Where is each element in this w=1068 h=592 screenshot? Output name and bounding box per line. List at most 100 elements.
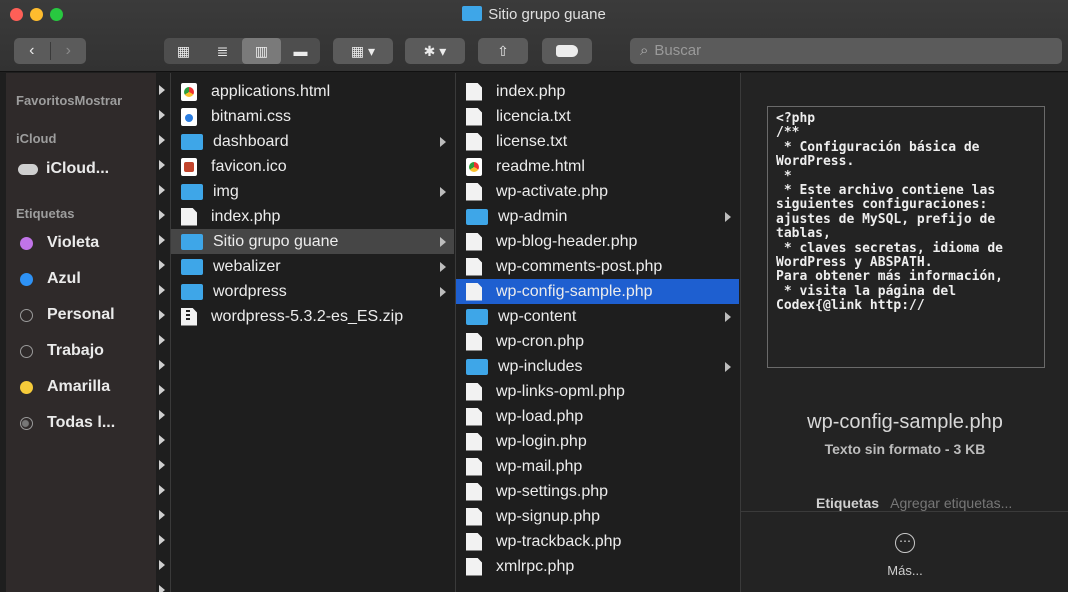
folder-item[interactable]: dashboard [171,129,454,154]
title-bar: Sitio grupo guane ‹ › ▦ ≣ ▥ ▬ ▦ ▾ ✱ ▾ ⇧ … [0,0,1068,72]
gallery-view-button[interactable]: ▬ [281,38,320,64]
item-name: wp-signup.php [496,507,601,525]
action-menu-button[interactable]: ✱ ▾ [405,38,465,64]
folder-item[interactable]: img [171,179,454,204]
document-icon [466,507,482,526]
group-by-button[interactable]: ▦ ▾ [333,38,393,64]
chevron-right-icon [159,585,165,592]
add-tags-input[interactable]: Agregar etiquetas... [890,495,1012,511]
item-name: wordpress [213,282,287,300]
chevron-right-icon [159,310,165,320]
item-name: licencia.txt [496,107,571,125]
sidebar-item-icloud[interactable]: iCloud... [6,151,156,187]
chevron-right-icon [440,187,446,197]
edit-tags-button[interactable] [542,38,592,64]
folder-icon [466,308,488,325]
item-name: wp-mail.php [496,457,583,475]
item-name: wp-trackback.php [496,532,622,550]
more-button[interactable]: Más... [741,563,1068,578]
column-2: index.php licencia.txt license.txt readme.h… [455,73,739,592]
folder-item[interactable]: Sitio grupo guane [171,229,454,254]
sidebar-item-tag[interactable]: Azul [6,261,156,297]
file-item[interactable]: wordpress-5.3.2-es_ES.zip [171,304,454,329]
tag-color-dot-icon [20,416,33,430]
tag-icon [556,45,578,57]
file-item[interactable]: wp-mail.php [456,454,739,479]
sidebar-item-tag[interactable]: Todas l... [6,405,156,441]
file-preview-text: <?php /** * Configuración básica de Word… [767,106,1045,368]
column-1: applications.html bitnami.css dashboard fav… [170,73,454,592]
favicon-icon [181,157,197,176]
sidebar-item-label: Amarilla [47,378,111,395]
file-item[interactable]: wp-settings.php [456,479,739,504]
column-gutter [156,73,170,592]
file-item[interactable]: wp-login.php [456,429,739,454]
chevron-right-icon [440,287,446,297]
chevron-right-icon [725,362,731,372]
chevron-right-icon [159,460,165,470]
list-view-button[interactable]: ≣ [203,38,242,64]
html-icon [466,157,482,176]
icon-view-button[interactable]: ▦ [164,38,203,64]
item-name: webalizer [213,257,281,275]
chevron-right-icon [159,485,165,495]
share-button[interactable]: ⇧ [478,38,528,64]
search-input[interactable]: ⌕ Buscar [630,38,1062,64]
file-item[interactable]: license.txt [456,129,739,154]
folder-item[interactable]: wordpress [171,279,454,304]
item-name: license.txt [496,132,568,150]
folder-icon [181,233,203,250]
file-item[interactable]: favicon.ico [171,154,454,179]
zip-icon [181,307,197,326]
sidebar-item-tag[interactable]: Personal [6,297,156,333]
file-item[interactable]: wp-signup.php [456,504,739,529]
file-item[interactable]: wp-load.php [456,404,739,429]
item-name: index.php [496,82,566,100]
folder-icon [466,358,488,375]
file-item[interactable]: applications.html [171,79,454,104]
folder-item[interactable]: webalizer [171,254,454,279]
forward-button[interactable]: › [49,42,87,60]
chevron-right-icon [440,237,446,247]
search-placeholder: Buscar [654,42,702,59]
sidebar-item-tag[interactable]: Trabajo [6,333,156,369]
file-item[interactable]: index.php [171,204,454,229]
favorites-header[interactable]: FavoritosMostrar [6,93,122,108]
item-name: wp-content [498,307,577,325]
file-item[interactable]: wp-config-sample.php [456,279,739,304]
item-name: img [213,182,239,200]
tag-color-dot-icon [20,380,33,394]
file-item[interactable]: readme.html [456,154,739,179]
sidebar-item-tag[interactable]: Amarilla [6,369,156,405]
item-name: wp-load.php [496,407,584,425]
back-button[interactable]: ‹ [14,42,50,60]
folder-item[interactable]: wp-admin [456,204,739,229]
document-icon [466,282,482,301]
search-icon: ⌕ [640,42,649,59]
folder-item[interactable]: wp-content [456,304,739,329]
file-item[interactable]: wp-trackback.php [456,529,739,554]
document-icon [466,432,482,451]
column-view-button[interactable]: ▥ [242,38,281,64]
file-item[interactable]: wp-activate.php [456,179,739,204]
file-item[interactable]: index.php [456,79,739,104]
icloud-header: iCloud [16,131,57,146]
file-item[interactable]: licencia.txt [456,104,739,129]
sidebar-item-label: iCloud... [46,160,110,177]
tag-color-dot-icon [20,308,33,322]
chevron-right-icon [159,360,165,370]
file-item[interactable]: bitnami.css [171,104,454,129]
preview-tags-row: Etiquetas Agregar etiquetas... [816,495,1012,511]
document-icon [466,232,482,251]
chevron-right-icon [159,385,165,395]
chevron-right-icon [159,335,165,345]
sidebar-item-tag[interactable]: Violeta [6,225,156,261]
file-item[interactable]: xmlrpc.php [456,554,739,579]
more-icon[interactable]: ⋯ [895,533,915,553]
file-item[interactable]: wp-blog-header.php [456,229,739,254]
file-item[interactable]: wp-links-opml.php [456,379,739,404]
file-item[interactable]: wp-cron.php [456,329,739,354]
file-item[interactable]: wp-comments-post.php [456,254,739,279]
folder-item[interactable]: wp-includes [456,354,739,379]
window-title: Sitio grupo guane [0,6,1068,23]
